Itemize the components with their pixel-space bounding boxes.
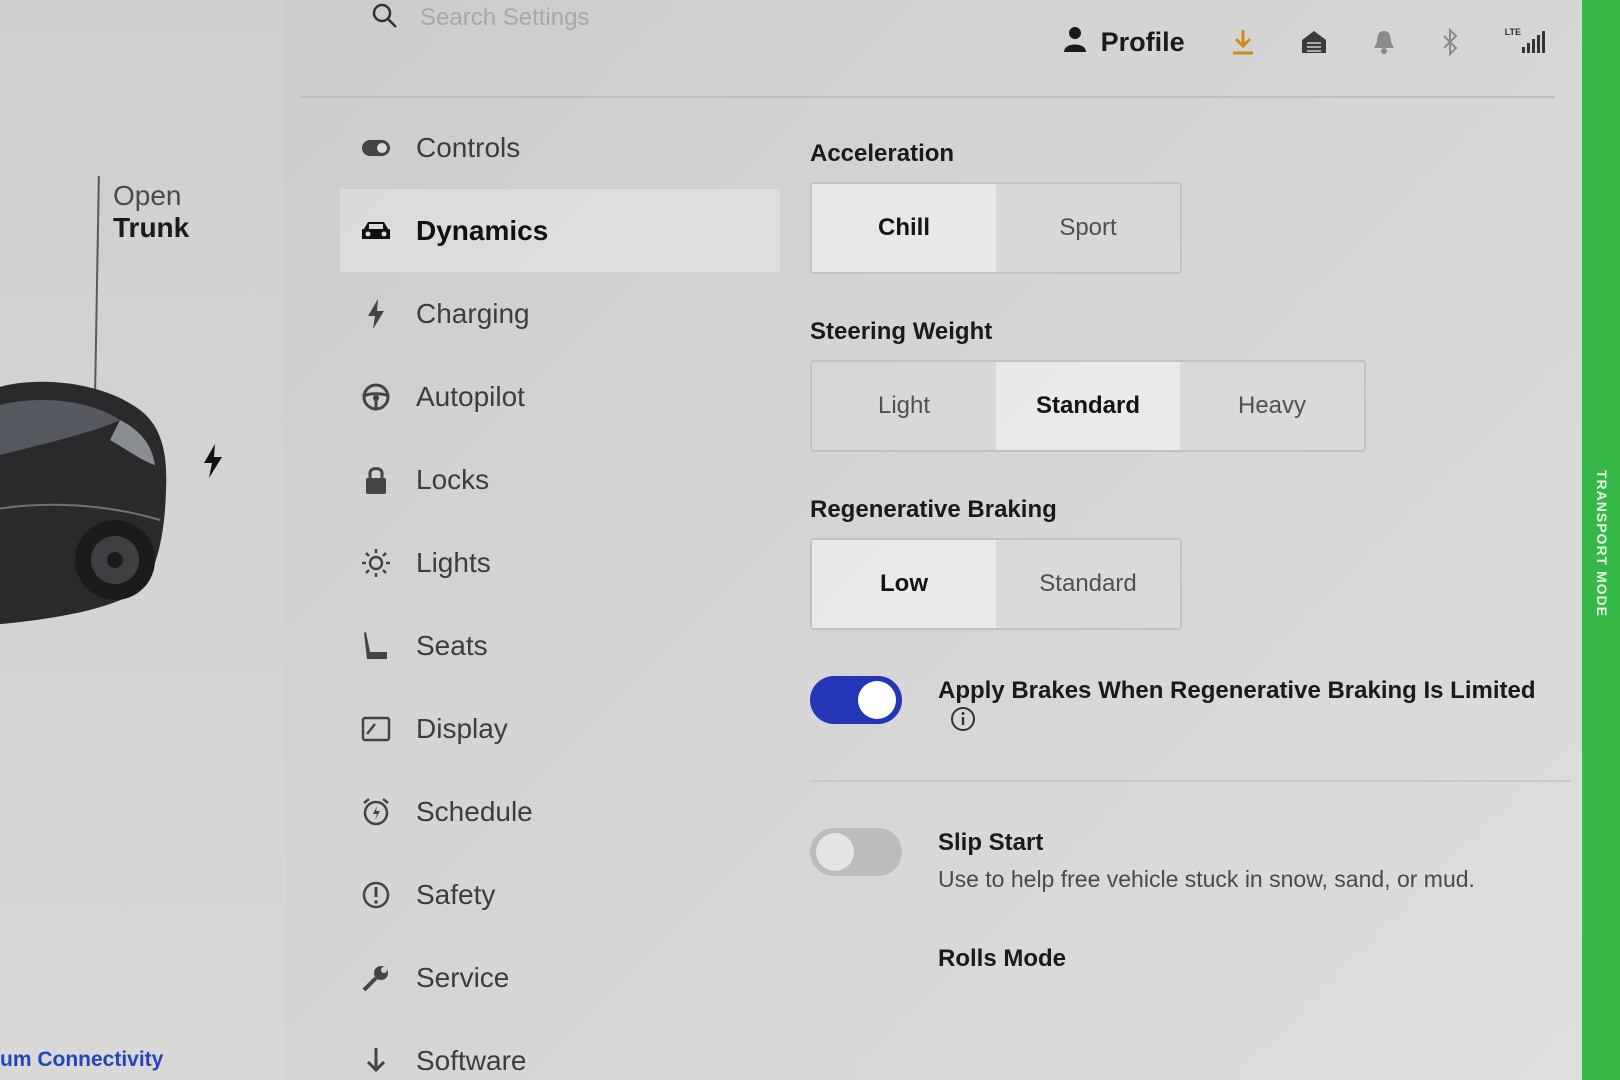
car-image [0,381,167,625]
nav-item-schedule[interactable]: Schedule [340,770,780,853]
search-icon [372,3,398,34]
nav-item-label: Autopilot [416,380,525,412]
nav-item-seats[interactable]: Seats [340,604,780,687]
charging-bolt-icon [204,444,222,478]
acceleration-option-sport[interactable]: Sport [996,184,1180,272]
toggle-knob [816,833,854,871]
trunk-indicator-line [94,175,100,392]
steering-weight-selector: Light Standard Heavy [810,360,1366,452]
steering-weight-title: Steering Weight [810,318,993,345]
steering-option-heavy[interactable]: Heavy [1180,362,1364,450]
open-trunk-button[interactable]: Open Trunk [113,180,189,244]
bell-icon[interactable] [1373,29,1395,55]
nav-item-label: Dynamics [416,214,549,246]
search-input[interactable] [420,4,720,32]
acceleration-selector: Chill Sport [810,182,1182,274]
alert-circle-icon [360,879,392,911]
nav-item-label: Safety [416,878,496,910]
section-divider [810,780,1570,782]
nav-item-controls[interactable]: Controls [340,106,780,189]
nav-item-locks[interactable]: Locks [340,438,780,521]
download-arrow-icon [360,1045,392,1077]
rolls-mode-label: Rolls Mode [938,945,1067,972]
slip-start-description: Use to help free vehicle stuck in snow, … [938,866,1475,892]
apply-brakes-toggle[interactable] [810,676,902,724]
nav-item-label: Charging [416,297,530,329]
toggle-knob [858,681,896,719]
nav-item-dynamics[interactable]: Dynamics [340,189,780,272]
nav-item-safety[interactable]: Safety [340,853,780,936]
profile-label: Profile [1100,26,1185,57]
seat-icon [360,630,392,662]
slip-start-row: Slip Start Use to help free vehicle stuc… [810,828,1540,893]
lightning-icon [360,298,392,330]
settings-nav: Controls Dynamics Charging Autopilot Loc… [340,106,780,1080]
steering-option-light[interactable]: Light [812,362,996,450]
nav-item-label: Display [416,712,508,744]
person-icon [1063,26,1087,59]
nav-item-lights[interactable]: Lights [340,521,780,604]
garage-icon[interactable] [1301,30,1327,54]
status-bar: Profile LTE [1063,20,1548,64]
display-icon [360,713,392,745]
search-bar[interactable] [372,0,720,36]
sun-icon [360,547,392,579]
schedule-icon [360,796,392,828]
lock-icon [360,464,392,496]
acceleration-title: Acceleration [810,140,955,167]
nav-item-software[interactable]: Software [340,1019,780,1080]
nav-item-display[interactable]: Display [340,687,780,770]
car-panel: Open Trunk um Connectivity [0,0,285,1080]
nav-item-label: Controls [416,131,521,163]
slip-start-toggle[interactable] [810,828,902,876]
nav-item-autopilot[interactable]: Autopilot [340,355,780,438]
bluetooth-icon[interactable] [1441,28,1459,56]
toggle-icon [360,132,392,164]
nav-item-label: Schedule [416,795,533,827]
premium-connectivity-link[interactable]: um Connectivity [0,1048,163,1072]
apply-brakes-label: Apply Brakes When Regenerative Braking I… [938,677,1536,704]
regen-braking-selector: Low Standard [810,538,1182,630]
info-icon[interactable] [950,706,976,732]
slip-start-label: Slip Start [938,829,1044,856]
nav-item-label: Service [416,961,510,993]
open-trunk-label-open: Open [113,180,182,211]
nav-item-charging[interactable]: Charging [340,272,780,355]
dynamics-panel: Acceleration Chill Sport Steering Weight… [810,140,1570,973]
download-icon[interactable] [1231,28,1255,56]
lte-signal-icon[interactable]: LTE [1505,27,1548,53]
transport-mode-edge: TRANSPORT MODE [1582,0,1620,1080]
lte-label: LTE [1504,27,1521,37]
nav-item-label: Software [416,1044,527,1076]
transport-mode-label: TRANSPORT MODE [1594,470,1610,617]
regen-braking-title: Regenerative Braking [810,496,1057,523]
regen-option-standard[interactable]: Standard [996,540,1180,628]
steering-option-standard[interactable]: Standard [996,362,1180,450]
profile-button[interactable]: Profile [1063,26,1185,59]
open-trunk-label-trunk: Trunk [113,212,190,243]
apply-brakes-row: Apply Brakes When Regenerative Braking I… [810,676,1540,732]
wrench-icon [360,962,392,994]
nav-item-label: Lights [416,546,491,578]
nav-item-service[interactable]: Service [340,936,780,1019]
nav-item-label: Locks [416,463,490,495]
car-icon [360,215,392,247]
nav-item-label: Seats [416,629,488,661]
steering-wheel-icon [360,381,392,413]
regen-option-low[interactable]: Low [812,540,996,628]
header-divider [300,96,1555,98]
acceleration-option-chill[interactable]: Chill [812,184,996,272]
